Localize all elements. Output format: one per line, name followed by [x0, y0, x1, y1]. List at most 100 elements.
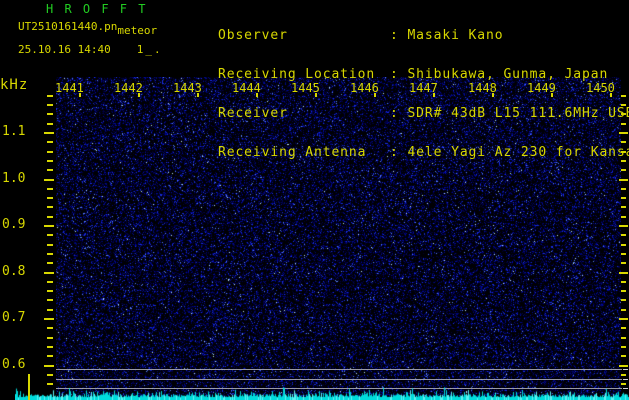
observation-type-label: meteor [117, 24, 157, 37]
freq-tick-mark-right [621, 95, 626, 97]
time-tick-mark [610, 93, 612, 97]
freq-tick-mark-right [619, 318, 628, 320]
freq-tick-label: 0.8 [2, 264, 25, 279]
freq-tick-mark-left [44, 365, 54, 367]
hrofft-output-screen: H R O F F T UT2510161440.pnmeteor 25.10.… [0, 0, 629, 400]
freq-tick-mark-right [621, 206, 626, 208]
freq-tick-mark-right [619, 272, 628, 274]
freq-tick-mark-left [47, 337, 53, 339]
freq-tick-mark-right [621, 141, 626, 143]
freq-tick-mark-left [47, 383, 53, 385]
freq-tick-mark-right [619, 179, 628, 181]
freq-tick-mark-right [621, 197, 626, 199]
freq-tick-mark-left [47, 346, 53, 348]
freq-tick-mark-right [621, 327, 626, 329]
freq-tick-mark-right [619, 132, 628, 134]
freq-tick-mark-right [621, 216, 626, 218]
frequency-axis-title: kHz [0, 77, 28, 93]
freq-tick-mark-left [47, 290, 53, 292]
freq-tick-mark-left [47, 188, 53, 190]
time-tick-mark [138, 93, 140, 97]
freq-tick-mark-right [621, 374, 626, 376]
freq-tick-label: 1.0 [2, 171, 25, 186]
freq-tick-mark-left [44, 318, 54, 320]
freq-tick-mark-right [621, 113, 626, 115]
freq-tick-mark-left [47, 374, 53, 376]
level-ref-tick [623, 379, 628, 380]
info-row-antenna: Receiving Antenna: 4ele Yagi Az 230 for … [218, 146, 629, 159]
freq-tick-mark-left [44, 179, 54, 181]
time-tick-mark [374, 93, 376, 97]
time-tick-mark [492, 93, 494, 97]
freq-tick-label: 0.6 [2, 357, 25, 372]
freq-tick-mark-right [619, 365, 628, 367]
freq-tick-mark-right [621, 290, 626, 292]
info-value: : 4ele Yagi Az 230 for Kansai VOR [390, 145, 629, 160]
filename-row: UT2510161440.pnmeteor [18, 20, 157, 33]
freq-tick-mark-left [47, 123, 53, 125]
freq-tick-label: 0.7 [2, 310, 25, 325]
datetime-label: 25.10.16 14:40 [18, 43, 111, 56]
time-tick-mark [433, 93, 435, 97]
freq-tick-mark-left [47, 197, 53, 199]
info-label: Receiver [218, 107, 390, 120]
datetime-row: 25.10.16 14:40 1_. [18, 43, 163, 56]
info-label: Observer [218, 29, 390, 42]
freq-tick-mark-left [44, 225, 54, 227]
freq-tick-mark-right [621, 160, 626, 162]
freq-tick-mark-right [619, 225, 628, 227]
freq-tick-label: 0.9 [2, 217, 25, 232]
freq-tick-mark-left [47, 169, 53, 171]
output-filename: UT2510161440.pn [18, 20, 117, 33]
time-tick-mark [315, 93, 317, 97]
freq-tick-mark-left [47, 309, 53, 311]
freq-tick-mark-left [47, 113, 53, 115]
freq-tick-mark-right [621, 253, 626, 255]
freq-tick-mark-right [621, 346, 626, 348]
freq-tick-mark-left [47, 253, 53, 255]
info-label: Receiving Antenna [218, 146, 390, 159]
freq-tick-mark-right [621, 355, 626, 357]
info-value: : SDR# 43dB L15 111.6MHz USB [390, 106, 629, 121]
freq-tick-mark-left [47, 234, 53, 236]
freq-tick-mark-left [47, 104, 53, 106]
time-tick-mark [256, 93, 258, 97]
freq-tick-mark-left [47, 160, 53, 162]
freq-tick-mark-right [621, 244, 626, 246]
info-value: : Masaki Kano [390, 28, 503, 43]
freq-tick-mark-right [621, 383, 626, 385]
freq-tick-mark-right [621, 281, 626, 283]
freq-tick-mark-left [44, 272, 54, 274]
counter-label: 1_. [137, 43, 163, 56]
freq-tick-mark-right [621, 337, 626, 339]
info-value: : Shibukawa, Gunma, Japan [390, 67, 608, 82]
freq-tick-mark-right [621, 188, 626, 190]
freq-tick-mark-left [47, 262, 53, 264]
info-row-receiver: Receiver: SDR# 43dB L15 111.6MHz USB [218, 107, 629, 120]
freq-tick-mark-right [621, 123, 626, 125]
freq-tick-mark-left [44, 132, 54, 134]
freq-tick-mark-left [47, 299, 53, 301]
level-ref-tick [623, 388, 628, 389]
freq-tick-mark-left [47, 151, 53, 153]
freq-tick-mark-left [47, 206, 53, 208]
freq-tick-mark-left [47, 141, 53, 143]
freq-tick-mark-right [621, 262, 626, 264]
freq-tick-mark-left [47, 327, 53, 329]
freq-tick-mark-right [621, 234, 626, 236]
freq-tick-mark-left [47, 281, 53, 283]
freq-tick-mark-left [47, 216, 53, 218]
freq-tick-mark-right [621, 309, 626, 311]
freq-tick-mark-left [47, 95, 53, 97]
freq-tick-mark-right [621, 151, 626, 153]
freq-tick-mark-right [621, 104, 626, 106]
level-ref-tick [623, 369, 628, 370]
info-label: Receiving Location [218, 68, 390, 81]
time-tick-mark [79, 93, 81, 97]
level-ref-line [56, 369, 622, 370]
time-tick-mark [551, 93, 553, 97]
freq-tick-mark-right [621, 299, 626, 301]
info-row-location: Receiving Location: Shibukawa, Gunma, Ja… [218, 68, 629, 81]
freq-tick-label: 1.1 [2, 124, 25, 139]
freq-tick-mark-right [621, 169, 626, 171]
